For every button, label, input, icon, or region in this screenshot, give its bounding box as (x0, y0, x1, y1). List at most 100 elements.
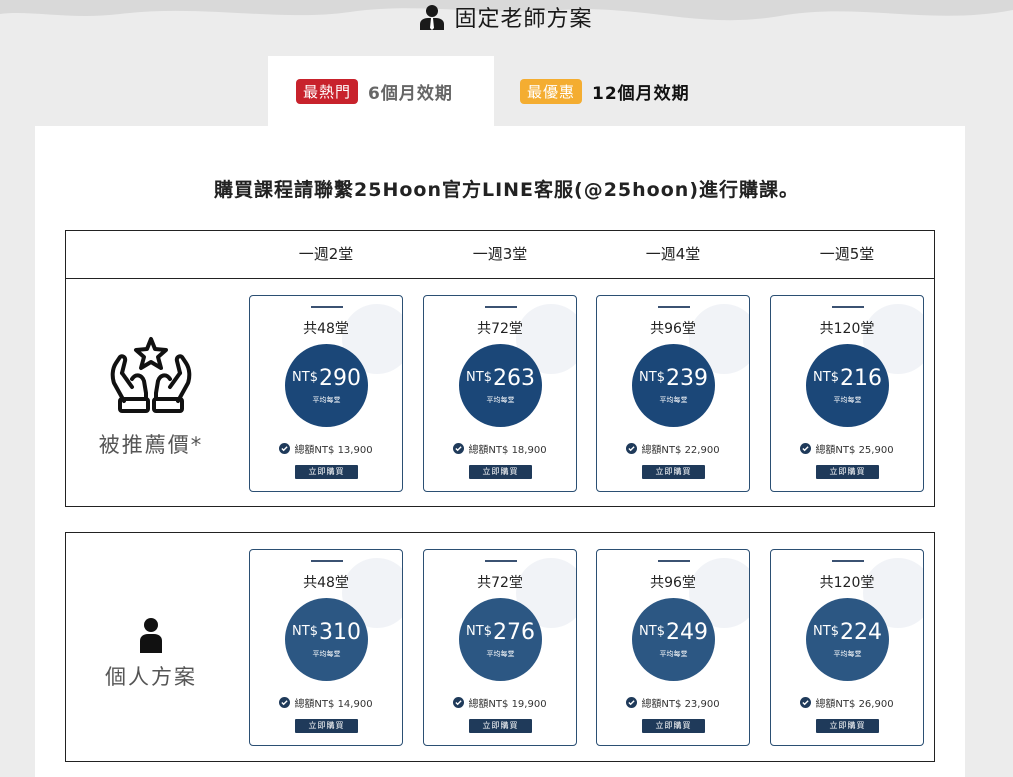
price-per-lesson: 290 (318, 366, 361, 391)
purchase-notice: 購買課程請聯繫25Hoon官方LINE客服(@25hoon)進行購課。 (214, 179, 799, 201)
hottest-badge: 最熱門 (296, 78, 359, 104)
per-lesson-label: 平均每堂 (659, 396, 688, 404)
price-circle: NT$ 239 平均每堂 (632, 344, 715, 427)
lesson-count: 共96堂 (650, 321, 696, 337)
card-divider (658, 560, 690, 562)
price-circle: NT$ 263 平均每堂 (459, 344, 542, 427)
buy-now-button[interactable]: 立即購買 (816, 719, 879, 733)
lesson-count: 共48堂 (303, 575, 349, 591)
price-card: 共72堂 NT$ 263 平均每堂 總額NT$ 18,900 立即購買 (423, 295, 577, 492)
price-per-lesson: 249 (665, 620, 708, 645)
total-price: 總額NT$ 25,900 (771, 441, 923, 456)
total-price: 總額NT$ 23,900 (597, 695, 749, 710)
tab-6-months[interactable]: 最熱門 6個月效期 (268, 56, 494, 126)
price-card: 共120堂 NT$ 224 平均每堂 總額NT$ 26,900 立即購買 (770, 549, 924, 746)
plan-referral: 被推薦價* 共48堂 NT$ 290 平均每堂 總額NT$ 13,900 立即購買… (65, 278, 935, 507)
total-price: 總額NT$ 22,900 (597, 441, 749, 456)
currency: NT$ (639, 370, 665, 385)
total-price: 總額NT$ 18,900 (424, 441, 576, 456)
per-lesson-label: 平均每堂 (659, 650, 688, 658)
total-price-text: 總額NT$ 14,900 (294, 699, 373, 710)
plan-personal-side: 個人方案 (66, 617, 236, 691)
price-per-lesson: 310 (318, 620, 361, 645)
buy-now-button[interactable]: 立即購買 (642, 465, 705, 479)
check-circle-icon (800, 697, 812, 708)
card-divider (658, 306, 690, 308)
price-per-lesson: 239 (665, 366, 708, 391)
tab-12-months[interactable]: 最優惠 12個月效期 (494, 56, 718, 126)
card-divider (311, 560, 343, 562)
lesson-count: 共120堂 (819, 575, 875, 591)
check-circle-icon (453, 697, 465, 708)
card-divider (311, 306, 343, 308)
buy-now-button[interactable]: 立即購買 (642, 719, 705, 733)
price-card: 共48堂 NT$ 310 平均每堂 總額NT$ 14,900 立即購買 (249, 549, 403, 746)
card-divider (832, 560, 864, 562)
total-price-text: 總額NT$ 19,900 (468, 699, 547, 710)
validity-tabs: 最熱門 6個月效期 最優惠 12個月效期 (268, 56, 718, 126)
lesson-count: 共96堂 (650, 575, 696, 591)
check-circle-icon (800, 443, 812, 454)
per-lesson-label: 平均每堂 (833, 396, 862, 404)
price-circle: NT$ 276 平均每堂 (459, 598, 542, 681)
check-circle-icon (279, 443, 291, 454)
check-circle-icon (279, 697, 291, 708)
frequency-header-row: 一週2堂 一週3堂 一週4堂 一週5堂 (65, 230, 935, 279)
price-circle: NT$ 290 平均每堂 (285, 344, 368, 427)
price-per-lesson: 276 (492, 620, 535, 645)
plan-referral-side: 被推薦價* (66, 335, 236, 459)
buy-now-button[interactable]: 立即購買 (816, 465, 879, 479)
per-lesson-label: 平均每堂 (833, 650, 862, 658)
buy-now-button[interactable]: 立即購買 (295, 465, 358, 479)
per-lesson-label: 平均每堂 (486, 396, 515, 404)
column-2-per-week: 一週2堂 (298, 245, 354, 263)
card-divider (832, 306, 864, 308)
card-divider (485, 306, 517, 308)
currency: NT$ (813, 370, 839, 385)
currency: NT$ (292, 624, 318, 639)
best-deal-badge: 最優惠 (520, 78, 583, 104)
total-price: 總額NT$ 26,900 (771, 695, 923, 710)
hands-star-icon (110, 337, 192, 413)
currency: NT$ (813, 624, 839, 639)
column-4-per-week: 一週4堂 (645, 245, 701, 263)
total-price: 總額NT$ 19,900 (424, 695, 576, 710)
plan-personal: 個人方案 共48堂 NT$ 310 平均每堂 總額NT$ 14,900 立即購買 … (65, 532, 935, 762)
currency: NT$ (466, 624, 492, 639)
total-price-text: 總額NT$ 22,900 (641, 445, 720, 456)
person-icon (140, 618, 162, 653)
price-circle: NT$ 310 平均每堂 (285, 598, 368, 681)
check-circle-icon (626, 697, 638, 708)
price-card: 共72堂 NT$ 276 平均每堂 總額NT$ 19,900 立即購買 (423, 549, 577, 746)
page-title: 固定老師方案 (0, 2, 1013, 32)
total-price-text: 總額NT$ 18,900 (468, 445, 547, 456)
price-circle: NT$ 249 平均每堂 (632, 598, 715, 681)
lesson-count: 共48堂 (303, 321, 349, 337)
lesson-count: 共72堂 (477, 575, 523, 591)
per-lesson-label: 平均每堂 (312, 650, 341, 658)
buy-now-button[interactable]: 立即購買 (295, 719, 358, 733)
total-price-text: 總額NT$ 23,900 (641, 699, 720, 710)
buy-now-button[interactable]: 立即購買 (469, 465, 532, 479)
price-card: 共48堂 NT$ 290 平均每堂 總額NT$ 13,900 立即購買 (249, 295, 403, 492)
teacher-person-icon (420, 4, 445, 30)
price-card: 共96堂 NT$ 249 平均每堂 總額NT$ 23,900 立即購買 (596, 549, 750, 746)
total-price: 總額NT$ 14,900 (250, 695, 402, 710)
total-price-text: 總額NT$ 13,900 (294, 445, 373, 456)
price-circle: NT$ 216 平均每堂 (806, 344, 889, 427)
lesson-count: 共120堂 (819, 321, 875, 337)
total-price-text: 總額NT$ 25,900 (815, 445, 894, 456)
column-5-per-week: 一週5堂 (819, 245, 875, 263)
buy-now-button[interactable]: 立即購買 (469, 719, 532, 733)
tab-12-months-label: 12個月效期 (592, 83, 690, 104)
currency: NT$ (292, 370, 318, 385)
column-3-per-week: 一週3堂 (472, 245, 528, 263)
plan-personal-label: 個人方案 (105, 665, 197, 689)
per-lesson-label: 平均每堂 (312, 396, 341, 404)
total-price-text: 總額NT$ 26,900 (815, 699, 894, 710)
check-circle-icon (453, 443, 465, 454)
total-price: 總額NT$ 13,900 (250, 441, 402, 456)
card-divider (485, 560, 517, 562)
per-lesson-label: 平均每堂 (486, 650, 515, 658)
price-per-lesson: 216 (839, 366, 882, 391)
